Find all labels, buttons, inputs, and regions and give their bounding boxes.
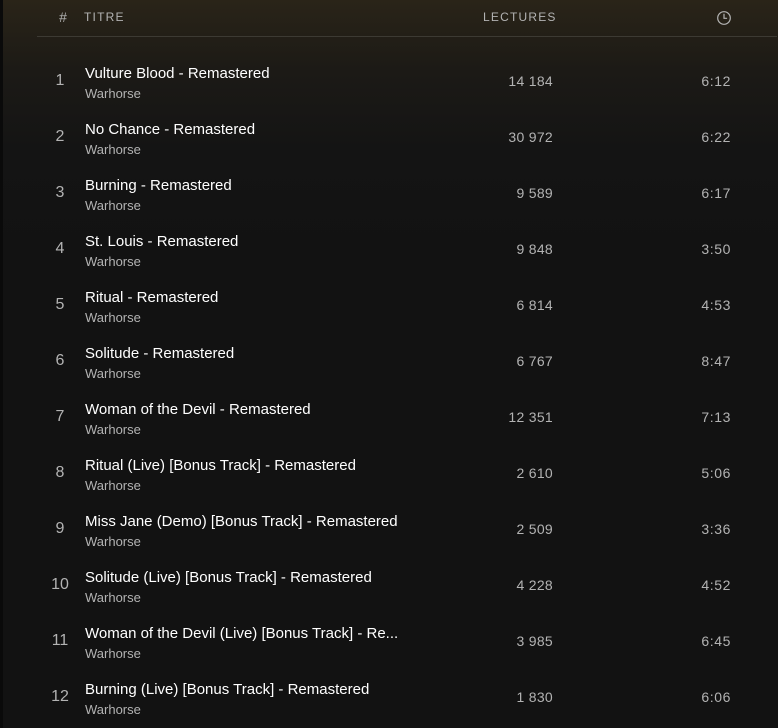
track-title[interactable]: Woman of the Devil - Remastered [85,400,425,419]
track-title[interactable]: Solitude (Live) [Bonus Track] - Remaster… [85,568,425,587]
track-play-count: 14 184 [508,73,553,89]
track-duration: 4:52 [701,577,731,593]
track-number: 9 [55,520,65,537]
track-artist-link[interactable]: Warhorse [85,589,141,606]
track-artist-link[interactable]: Warhorse [85,309,141,326]
track-artist-link[interactable]: Warhorse [85,477,141,494]
tracklist-header: # TITRE LECTURES [37,0,777,37]
track-artist-link[interactable]: Warhorse [85,645,141,662]
track-number: 7 [55,408,65,425]
track-title[interactable]: Solitude - Remastered [85,344,425,363]
track-row[interactable]: 9 Miss Jane (Demo) [Bonus Track] - Remast… [37,501,777,557]
track-title[interactable]: Woman of the Devil (Live) [Bonus Track] … [85,624,425,643]
track-row[interactable]: 1 Vulture Blood - Remastered Warhorse 14 18… [37,53,777,109]
header-number: # [59,9,67,25]
track-title[interactable]: Burning (Live) [Bonus Track] - Remastere… [85,680,425,699]
track-row[interactable]: 8 Ritual (Live) [Bonus Track] - Remastere… [37,445,777,501]
track-duration: 6:17 [701,185,731,201]
track-duration: 4:53 [701,297,731,313]
track-title[interactable]: Burning - Remastered [85,176,425,195]
track-number: 8 [55,464,65,481]
track-artist-link[interactable]: Warhorse [85,197,141,214]
track-play-count: 9 589 [516,185,553,201]
track-artist-link[interactable]: Warhorse [85,253,141,270]
track-duration: 6:12 [701,73,731,89]
track-row[interactable]: 2 No Chance - Remastered Warhorse 30 972 6:2… [37,109,777,165]
track-number: 6 [55,352,65,369]
track-play-count: 3 985 [516,633,553,649]
track-number: 1 [55,72,65,89]
track-row[interactable]: 7 Woman of the Devil - Remastered Warhorse… [37,389,777,445]
track-list: 1 Vulture Blood - Remastered Warhorse 14 18… [37,53,777,725]
track-duration: 8:47 [701,353,731,369]
track-title[interactable]: Ritual - Remastered [85,288,425,307]
track-row[interactable]: 11 Woman of the Devil (Live) [Bonus Track… [37,613,777,669]
track-duration: 3:36 [701,521,731,537]
header-plays[interactable]: LECTURES [483,10,557,24]
track-duration: 7:13 [701,409,731,425]
track-number: 11 [51,632,69,649]
track-play-count: 6 814 [516,297,553,313]
track-title[interactable]: Miss Jane (Demo) [Bonus Track] - Remaste… [85,512,425,531]
track-duration: 5:06 [701,465,731,481]
track-play-count: 4 228 [516,577,553,593]
track-duration: 6:22 [701,129,731,145]
track-row[interactable]: 5 Ritual - Remastered Warhorse 6 814 4:53 [37,277,777,333]
track-artist-link[interactable]: Warhorse [85,421,141,438]
tracklist-view: # TITRE LECTURES 1 Vulture Blood - Remast… [0,0,778,728]
track-artist-link[interactable]: Warhorse [85,365,141,382]
track-row[interactable]: 6 Solitude - Remastered Warhorse 6 767 8:47 [37,333,777,389]
track-row[interactable]: 4 St. Louis - Remastered Warhorse 9 848 3:50 [37,221,777,277]
track-row[interactable]: 10 Solitude (Live) [Bonus Track] - Remast… [37,557,777,613]
track-duration: 6:06 [701,689,731,705]
track-title[interactable]: Ritual (Live) [Bonus Track] - Remastered [85,456,425,475]
track-artist-link[interactable]: Warhorse [85,701,141,718]
track-play-count: 30 972 [508,129,553,145]
track-title[interactable]: Vulture Blood - Remastered [85,64,425,83]
track-number: 10 [51,576,69,593]
track-number: 2 [55,128,65,145]
track-play-count: 12 351 [508,409,553,425]
header-title[interactable]: TITRE [84,10,125,24]
track-play-count: 9 848 [516,241,553,257]
track-number: 4 [55,240,65,257]
header-duration[interactable] [716,10,732,26]
track-number: 12 [51,688,69,705]
track-play-count: 2 610 [516,465,553,481]
track-row[interactable]: 3 Burning - Remastered Warhorse 9 589 6:17 [37,165,777,221]
track-number: 3 [55,184,65,201]
track-artist-link[interactable]: Warhorse [85,85,141,102]
track-play-count: 1 830 [516,689,553,705]
clock-icon [717,11,731,25]
track-play-count: 2 509 [516,521,553,537]
track-row[interactable]: 12 Burning (Live) [Bonus Track] - Remaste… [37,669,777,725]
track-artist-link[interactable]: Warhorse [85,533,141,550]
track-play-count: 6 767 [516,353,553,369]
track-duration: 3:50 [701,241,731,257]
track-number: 5 [55,296,65,313]
sidebar-edge [0,0,3,728]
track-title[interactable]: St. Louis - Remastered [85,232,425,251]
track-artist-link[interactable]: Warhorse [85,141,141,158]
track-duration: 6:45 [701,633,731,649]
track-title[interactable]: No Chance - Remastered [85,120,425,139]
